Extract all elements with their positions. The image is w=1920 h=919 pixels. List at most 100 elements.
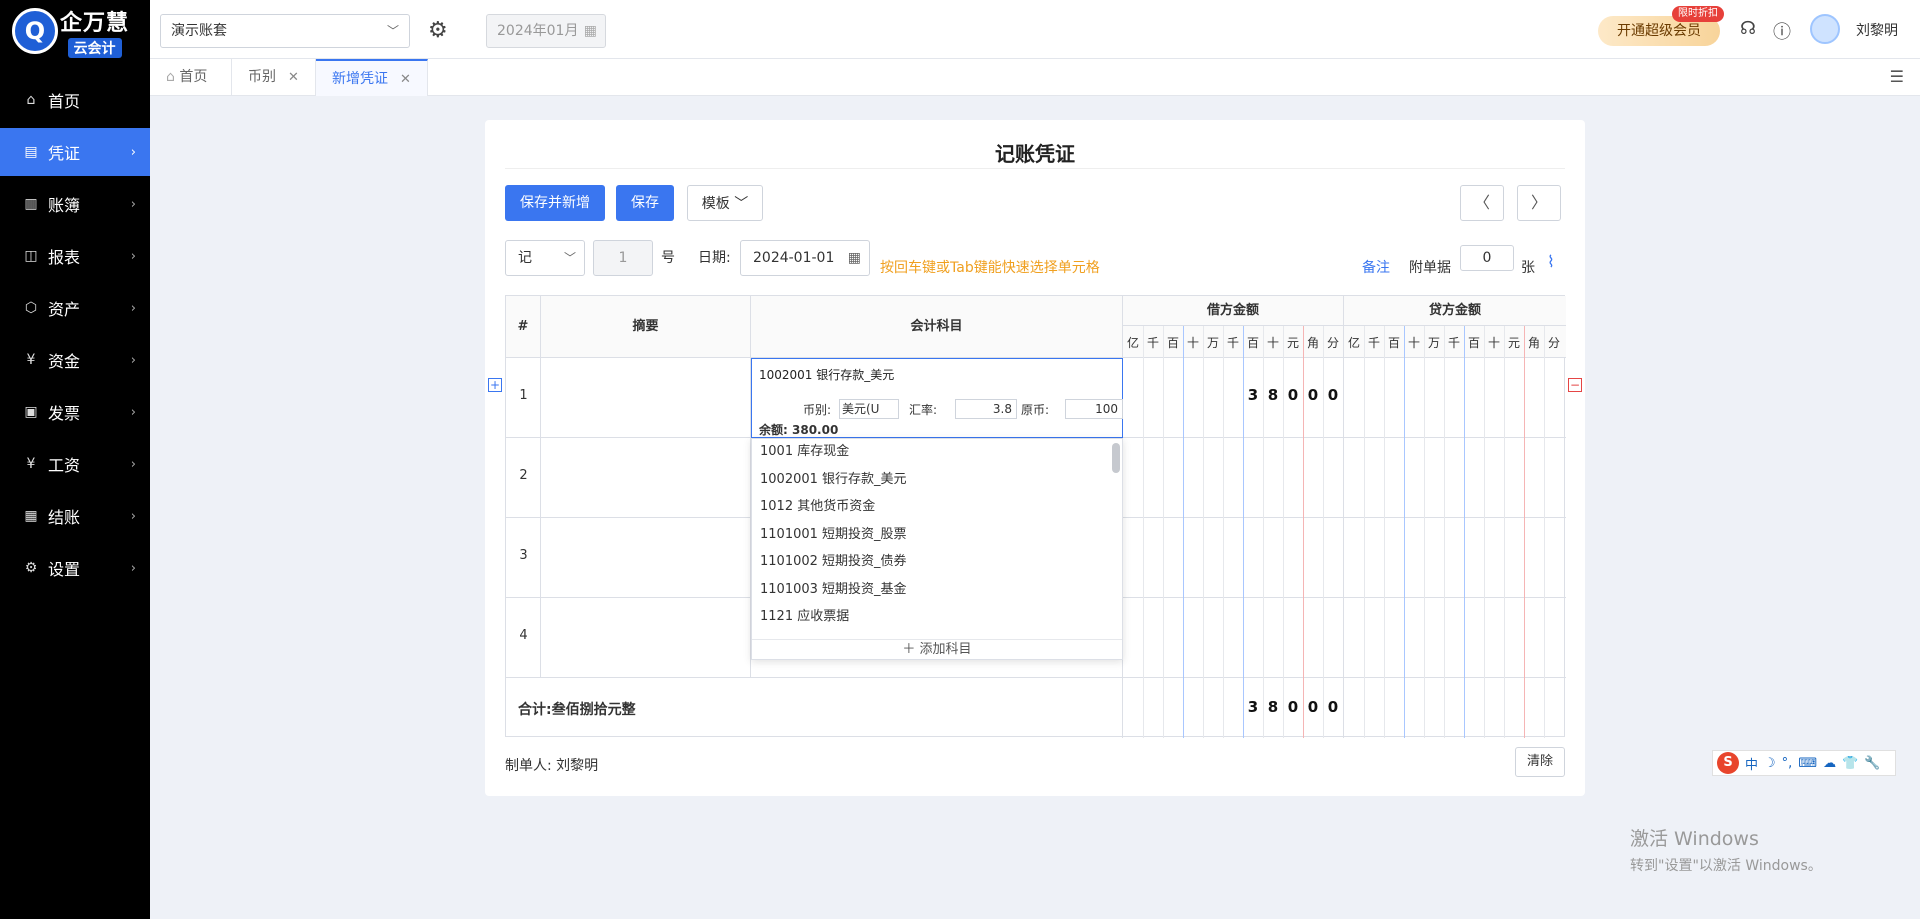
chevron-down-icon: ﹀ [563,251,576,265]
close-account-icon: ▦ [24,508,38,524]
dropdown-option[interactable]: 1101003 短期投资_基金 [760,579,907,601]
moon-icon[interactable]: ☽ [1764,756,1776,771]
page-title: 记账凭证 [995,142,1075,166]
tab-home-label: 首页 [179,69,208,85]
digit-divider [1484,326,1485,738]
sidebar-item-8[interactable]: ▦ 结账 › [0,492,150,540]
sogou-icon[interactable]: S [1717,752,1739,774]
watermark-subtitle: 转到"设置"以激活 Windows。 [1630,858,1822,874]
vip-button[interactable]: 开通超级会员 限时折扣 [1598,6,1724,46]
original-amount-input[interactable]: 100 [1065,399,1123,419]
windows-activation-watermark: 激活 Windows 转到"设置"以激活 Windows。 [1630,824,1822,875]
dropdown-option[interactable]: 1001 库存现金 [760,441,849,463]
chevron-right-icon: › [130,300,136,316]
digit-divider [1163,326,1164,738]
attachment-label: 附单据 [1409,260,1451,276]
skin-icon[interactable]: 👕 [1842,756,1858,771]
settings-icon: ⚙ [24,560,38,576]
dropdown-option[interactable]: 1121 应收票据 [760,606,849,628]
save-and-new-button[interactable]: 保存并新增 [505,185,605,221]
sidebar-item-6[interactable]: ▣ 发票 › [0,388,150,436]
add-subject-button[interactable]: ＋ 添加科目 [752,639,1122,659]
close-icon[interactable]: ✕ [400,72,411,87]
wrench-icon[interactable]: 🔧 [1864,756,1880,771]
debit-digit: 3 [1247,386,1259,404]
logo-mark: Q [12,8,58,54]
sidebar-item-label: 设置 [48,560,81,579]
balance-label-text: 余额: [759,423,788,437]
delete-row-icon[interactable]: − [1568,378,1582,392]
headset-icon[interactable]: ☊ [1740,18,1756,39]
account-select[interactable]: 演示账套 ﹀ [160,14,410,48]
tab-list-icon[interactable]: ☰ [1890,67,1904,86]
scrollbar[interactable] [1112,443,1120,473]
prev-voucher-button[interactable]: 〈 [1460,185,1504,221]
cloud-icon[interactable]: ☁ [1823,756,1836,771]
amount-cells[interactable] [1123,358,1566,438]
row-number: 2 [519,468,528,483]
sidebar-item-4[interactable]: ⬡ 资产 › [0,284,150,332]
sidebar-item-5[interactable]: ¥ 资金 › [0,336,150,384]
rate-input[interactable]: 3.8 [955,399,1017,419]
period-picker[interactable]: 2024年01月 ▦ [486,14,606,48]
digit-divider [1223,326,1224,738]
sidebar-item-0[interactable]: ⌂ 首页 [0,76,150,124]
voucher-word-select[interactable]: 记 ﹀ [505,240,585,276]
paperclip-icon[interactable]: ⌇ [1547,244,1555,280]
row1-subject[interactable]: 1002001 银行存款_美元 [759,366,894,383]
close-icon[interactable]: ✕ [288,70,299,85]
attachment-count-input[interactable]: 0 [1460,245,1514,271]
help-icon[interactable]: ⓘ [1773,18,1791,44]
summary-cell[interactable] [541,438,751,518]
sidebar-item-2[interactable]: ▥ 账簿 › [0,180,150,228]
digit-unit-label: 元 [1507,336,1520,350]
header-credit: 贷方金额 [1344,296,1566,326]
digit-divider [1544,326,1545,738]
date-value: 2024-01-01 [753,250,835,266]
template-button[interactable]: 模板 ﹀ [687,185,763,221]
summary-cell[interactable] [541,518,751,598]
template-label: 模板 [701,196,730,212]
avatar[interactable] [1810,14,1840,44]
header-index: # [506,296,541,358]
sidebar-item-7[interactable]: ¥ 工资 › [0,440,150,488]
dropdown-option[interactable]: 1101002 短期投资_债券 [760,551,907,573]
voucher-number-input[interactable]: 1 [593,240,653,276]
currency-select[interactable]: 美元(U [839,399,899,419]
amount-cells[interactable] [1123,518,1566,598]
amount-cells[interactable] [1123,438,1566,518]
dropdown-option[interactable]: 1012 其他货币资金 [760,496,875,518]
digit-divider [1183,326,1184,738]
digit-unit-label: 千 [1226,336,1239,350]
amount-cells[interactable] [1123,598,1566,678]
keyboard-icon[interactable]: ⌨ [1798,756,1817,771]
balance-value: 380.00 [792,423,839,437]
balance-label: 余额: 380.00 [759,421,838,438]
digit-unit-label: 元 [1286,336,1299,350]
sidebar-item-3[interactable]: ◫ 报表 › [0,232,150,280]
gear-icon[interactable]: ⚙ [428,18,448,43]
punctuation-icon[interactable]: °, [1782,756,1793,771]
summary-cell[interactable] [541,358,751,438]
digit-unit-label: 角 [1306,336,1319,350]
tab-new-voucher[interactable]: 新增凭证 ✕ [316,59,428,96]
tab-home[interactable]: ⌂ 首页 [150,59,232,96]
add-row-icon[interactable]: + [488,378,502,392]
save-button[interactable]: 保存 [616,185,674,221]
sidebar-item-1[interactable]: ▤ 凭证 › [0,128,150,176]
date-picker[interactable]: 2024-01-01 ▦ [740,240,870,276]
clear-button[interactable]: 清除 [1515,747,1565,777]
chevron-right-icon: › [130,456,136,472]
account-select-value: 演示账套 [171,23,227,39]
sidebar-item-9[interactable]: ⚙ 设置 › [0,544,150,592]
tab-currency[interactable]: 币别 ✕ [232,59,316,96]
digit-divider [1203,326,1204,738]
summary-cell[interactable] [541,598,751,678]
digit-divider [1364,326,1365,738]
username[interactable]: 刘黎明 [1856,20,1898,40]
memo-link[interactable]: 备注 [1362,250,1390,286]
dropdown-option[interactable]: 1002001 银行存款_美元 [760,469,907,491]
next-voucher-button[interactable]: 〉 [1517,185,1561,221]
ime-mode[interactable]: 中 [1745,754,1758,773]
dropdown-option[interactable]: 1101001 短期投资_股票 [760,524,907,546]
